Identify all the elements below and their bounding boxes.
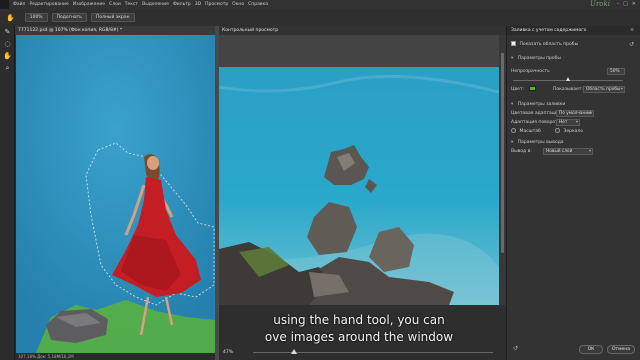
preview-background [219, 35, 506, 67]
zoom-slider-knob[interactable] [290, 349, 297, 354]
rotation-adapt-value: Нет [559, 120, 568, 125]
document-canvas[interactable] [16, 35, 215, 353]
maximize-icon[interactable]: □ [623, 1, 628, 7]
color-adapt-row: Цветовая адаптация: По умолчанию ▾ [507, 109, 640, 118]
output-to-label: Вывод в: [511, 149, 532, 154]
watermark-logo: Uroki [590, 0, 610, 8]
sample-params-title: Параметры пробы [517, 56, 561, 61]
menu-image[interactable]: Изображение [73, 2, 105, 7]
lasso-icon[interactable]: ◌ [0, 38, 15, 50]
chevron-down-icon: ▾ [511, 102, 514, 107]
tool-palette: ✎ ◌ ✋ ⌕ [0, 26, 15, 360]
indicate-dropdown[interactable]: Область пробы ▾ [583, 86, 625, 93]
color-swatch[interactable] [528, 86, 536, 91]
menu-filter[interactable]: Фильтр [173, 2, 191, 7]
opacity-slider-row [507, 76, 640, 85]
zoom-icon[interactable]: ⌕ [0, 62, 15, 74]
preview-image-area[interactable] [219, 67, 499, 305]
sampling-brush-icon[interactable]: ✎ [0, 26, 15, 38]
opacity-slider-knob[interactable] [566, 77, 570, 81]
opacity-field[interactable]: 50% [607, 68, 625, 75]
color-adapt-value: По умолчанию [559, 111, 592, 116]
window-controls: – □ ✕ [617, 1, 636, 7]
color-label: Цвет: [511, 87, 525, 92]
output-params-section[interactable]: ▾ Параметры вывода [507, 138, 640, 147]
zoom-slider-track[interactable] [253, 349, 493, 354]
output-to-value: Новый слой [546, 149, 573, 154]
fill-params-section[interactable]: ▾ Параметры заливки [507, 100, 640, 109]
scale-label: Масштаб [519, 129, 541, 134]
caption-line-2: ove images around the window [264, 330, 454, 344]
menu-select[interactable]: Выделение [142, 2, 169, 7]
menu-help[interactable]: Справка [248, 2, 268, 7]
output-to-dropdown[interactable]: Новый слой ▾ [543, 148, 593, 155]
menu-layers[interactable]: Слои [109, 2, 121, 7]
panel-title-bar: Заливка с учетом содержимого ≡ [507, 26, 640, 35]
options-bar: ✋ 100% Подогнать Полный экран [0, 9, 640, 26]
menu-file[interactable]: Файл [13, 2, 25, 7]
color-adapt-dropdown[interactable]: По умолчанию ▾ [556, 110, 594, 117]
panel-reset-icon[interactable]: ↺ [513, 345, 518, 352]
chevron-down-icon: ▾ [620, 87, 623, 92]
chevron-down-icon: ▾ [588, 149, 591, 154]
chevron-down-icon: ▾ [575, 120, 578, 125]
menu-edit[interactable]: Редактирование [29, 2, 68, 7]
menu-bar: Файл Редактирование Изображение Слои Тек… [0, 0, 640, 9]
rotation-adapt-label: Адаптация поворота: [511, 120, 562, 125]
output-params-title: Параметры вывода [517, 140, 564, 145]
scale-mirror-row: Масштаб Зеркало [507, 127, 640, 136]
output-to-row: Вывод в: Новый слой ▾ [507, 147, 640, 156]
cancel-button[interactable]: Отмена [607, 345, 635, 354]
indicate-dropdown-value: Область пробы [586, 87, 621, 92]
mirror-option[interactable]: Зеркало [555, 127, 583, 136]
tutorial-caption: using the hand tool, you can ove images … [219, 312, 499, 346]
preview-image [219, 67, 499, 305]
close-icon[interactable]: ✕ [632, 1, 636, 7]
chevron-down-icon: ▾ [511, 140, 514, 145]
panel-menu-icon[interactable]: ≡ [630, 26, 634, 35]
zoom-100-button[interactable]: 100% [24, 13, 48, 22]
menu-3d[interactable]: 3D [195, 2, 201, 7]
menu-window[interactable]: Окно [232, 2, 244, 7]
color-row: Цвет: Показывает: Область пробы ▾ [507, 85, 640, 94]
rotation-adapt-dropdown[interactable]: Нет ▾ [556, 119, 580, 126]
document-tab[interactable]: 7771122.psd @ 107% (Фон копия, RGB/8#) * [15, 26, 215, 35]
scale-checkbox[interactable] [511, 128, 516, 133]
fill-screen-button[interactable]: Полный экран [90, 13, 135, 22]
caption-line-1: using the hand tool, you can [273, 313, 445, 327]
content-aware-fill-panel: Заливка с учетом содержимого ≡ Показать … [506, 26, 640, 360]
opacity-slider-track[interactable] [513, 77, 623, 81]
chevron-down-icon: ▾ [589, 111, 592, 116]
menu-type[interactable]: Текст [125, 2, 138, 7]
preview-zoom-row: 47% [219, 345, 506, 360]
zoom-percentage-field[interactable]: 47% [223, 350, 243, 355]
mirror-checkbox[interactable] [555, 128, 560, 133]
chevron-down-icon: ▾ [511, 56, 514, 61]
reset-icon[interactable]: ↺ [629, 40, 634, 49]
rotation-adapt-row: Адаптация поворота: Нет ▾ [507, 118, 640, 127]
fill-params-title: Параметры заливки [517, 102, 566, 107]
color-adapt-label: Цветовая адаптация: [511, 111, 562, 116]
minimize-icon[interactable]: – [617, 1, 620, 7]
show-sample-area-label: Показать область пробы [519, 42, 579, 47]
indicate-label: Показывает: [553, 87, 583, 92]
ok-button[interactable]: ОК [579, 345, 603, 354]
panel-title: Заливка с учетом содержимого [511, 28, 587, 33]
fit-screen-button[interactable]: Подогнать [51, 13, 87, 22]
app-logo-icon[interactable] [0, 0, 9, 9]
preview-vertical-scrollbar[interactable] [499, 35, 506, 340]
menu-view[interactable]: Просмотр [205, 2, 228, 7]
opacity-label: Непрозрачность [511, 69, 550, 74]
opacity-row: Непрозрачность 50% [507, 67, 640, 76]
mirror-label: Зеркало [563, 129, 584, 134]
show-sample-area-checkbox[interactable] [511, 41, 516, 46]
hand-tool-preset-icon[interactable]: ✋ [6, 14, 15, 22]
canvas-image [16, 35, 215, 353]
scrollbar-thumb[interactable] [501, 53, 504, 253]
sample-params-section[interactable]: ▾ Параметры пробы [507, 54, 640, 63]
show-sample-area-row[interactable]: Показать область пробы ↺ [507, 40, 640, 49]
status-bar: 107,18% Док: 5,18М/16,1М [15, 353, 215, 360]
hand-icon[interactable]: ✋ [0, 50, 15, 62]
preview-header: Контрольный просмотр [219, 26, 506, 35]
